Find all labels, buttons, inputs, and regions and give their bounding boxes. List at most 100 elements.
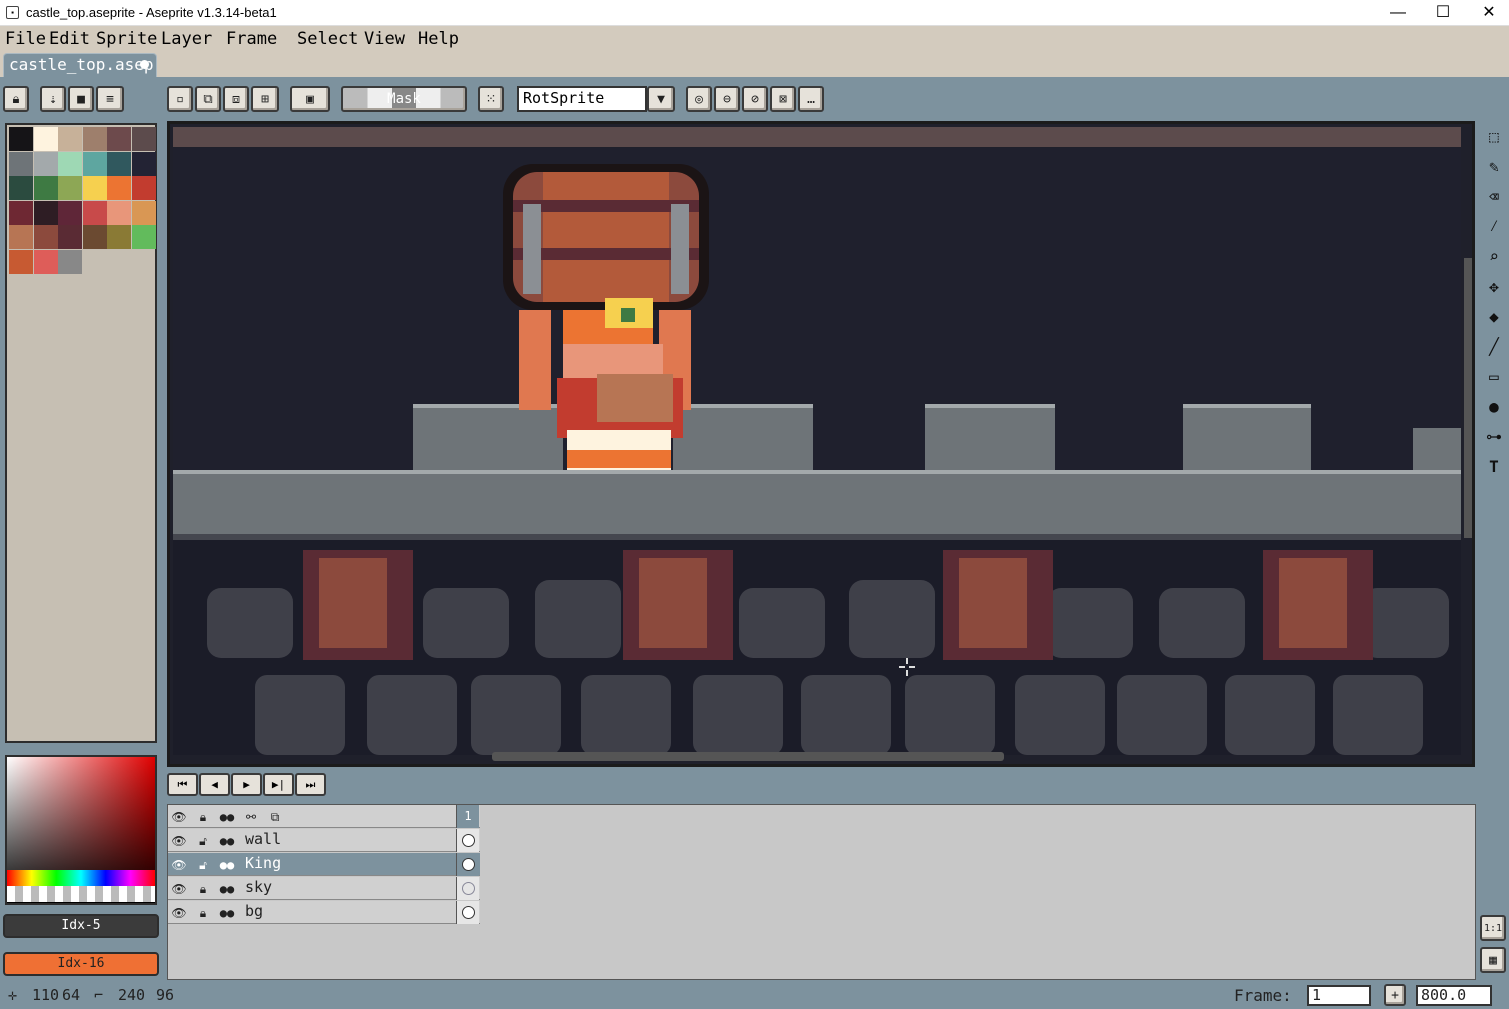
eye-icon[interactable]: 👁︎: [168, 903, 190, 923]
foreground-color-button[interactable]: Idx-5: [3, 914, 159, 938]
palette-swatch[interactable]: [131, 151, 156, 176]
vertical-scrollbar[interactable]: [1464, 258, 1472, 538]
frame-header-1[interactable]: 1: [456, 805, 479, 828]
last-frame-icon[interactable]: ⏭: [295, 773, 326, 796]
previous-frame-icon[interactable]: ◀: [199, 773, 230, 796]
continuous-icon[interactable]: ●●: [216, 807, 238, 827]
palette-swatch[interactable]: [9, 176, 33, 200]
palette-swatch[interactable]: [58, 200, 82, 225]
palette-swatch[interactable]: [131, 127, 156, 151]
palette-swatch[interactable]: [131, 200, 156, 225]
minimize-button[interactable]: —: [1375, 0, 1421, 26]
play-icon[interactable]: ▶: [231, 773, 262, 796]
alpha-slider[interactable]: [7, 886, 155, 902]
cel[interactable]: [456, 901, 479, 924]
padlock-icon[interactable]: 🔒︎: [192, 807, 214, 827]
padlock-icon[interactable]: 🔒︎: [192, 879, 214, 899]
palette-swatch[interactable]: [82, 151, 107, 176]
eye-icon[interactable]: 👁︎: [168, 855, 190, 875]
palette-swatch[interactable]: [58, 151, 82, 176]
transparent-color-mask[interactable]: Mask: [341, 86, 467, 112]
layer-row-sky[interactable]: 👁︎ 🔒︎ ●● sky: [168, 877, 480, 900]
tab-castle-top[interactable]: castle_top.asep: [3, 53, 157, 77]
palette-swatch[interactable]: [107, 151, 131, 176]
cel[interactable]: [456, 853, 479, 876]
palette-swatch[interactable]: [33, 176, 58, 200]
palette-swatch[interactable]: [107, 200, 131, 225]
continuous-icon[interactable]: ●●: [216, 879, 238, 899]
palette-options-icon[interactable]: ≡: [96, 86, 124, 112]
selection-intersect-icon[interactable]: ⊞: [251, 86, 279, 112]
pivot-grid-icon[interactable]: ⁙: [478, 86, 504, 112]
pencil-tool-icon[interactable]: ✎: [1479, 151, 1509, 181]
palette-swatch[interactable]: [33, 200, 58, 225]
next-frame-icon[interactable]: ▶|: [263, 773, 294, 796]
menu-file[interactable]: File: [5, 29, 46, 49]
padlock-icon[interactable]: 🔓︎: [192, 831, 214, 851]
contour-tool-icon[interactable]: ●: [1479, 391, 1509, 421]
marquee-tool-icon[interactable]: ⬚: [1479, 121, 1509, 151]
layer-row-king[interactable]: 👁︎ 🔓︎ ●● King: [168, 853, 480, 876]
pixel-connectivity-icon[interactable]: ▣: [290, 86, 330, 112]
add-frame-icon[interactable]: +: [1384, 984, 1406, 1006]
palette-swatch[interactable]: [58, 127, 82, 151]
palette-swatch[interactable]: [107, 225, 131, 249]
hue-slider[interactable]: [7, 870, 155, 886]
sprite-canvas[interactable]: [173, 148, 1461, 755]
skew-icon[interactable]: ⊠: [770, 86, 796, 112]
padlock-icon[interactable]: 🔓︎: [192, 855, 214, 875]
maximize-button[interactable]: ☐: [1420, 0, 1466, 26]
cel[interactable]: [456, 877, 479, 900]
blur-tool-icon[interactable]: ⊶: [1479, 421, 1509, 451]
eye-icon[interactable]: 👁︎: [168, 807, 190, 827]
background-color-button[interactable]: Idx-16: [3, 952, 159, 976]
palette-swatch[interactable]: [107, 176, 131, 200]
layer-row-bg[interactable]: 👁︎ 🔒︎ ●● bg: [168, 901, 480, 924]
layer-link-icon[interactable]: ⧉: [264, 807, 286, 827]
lock-icon[interactable]: 🔒︎: [3, 86, 29, 112]
first-frame-icon[interactable]: ⏮: [167, 773, 198, 796]
rotation-algorithm-select[interactable]: RotSprite: [517, 86, 647, 112]
selection-replace-icon[interactable]: ▫: [167, 86, 193, 112]
palette-swatch[interactable]: [58, 225, 82, 249]
rotate-icon[interactable]: ⊘: [742, 86, 768, 112]
palette-presets-icon[interactable]: ■: [68, 86, 94, 112]
selection-add-icon[interactable]: ⧉: [195, 86, 221, 112]
menu-help[interactable]: Help: [418, 29, 459, 49]
continuous-icon[interactable]: ●●: [216, 831, 238, 851]
continuous-icon[interactable]: ●●: [216, 903, 238, 923]
palette-swatch[interactable]: [131, 176, 156, 200]
eyedropper-tool-icon[interactable]: ⁄: [1479, 211, 1509, 241]
palette-swatch[interactable]: [33, 249, 58, 274]
palette-swatch[interactable]: [58, 176, 82, 200]
palette-swatch[interactable]: [9, 249, 33, 274]
eye-icon[interactable]: 👁︎: [168, 879, 190, 899]
palette-swatch[interactable]: [82, 176, 107, 200]
palette-swatch[interactable]: [82, 200, 107, 225]
snap-icon[interactable]: ⊖: [714, 86, 740, 112]
zoom-input[interactable]: 800.0: [1416, 985, 1492, 1006]
continuous-icon[interactable]: ●●: [216, 855, 238, 875]
palette-swatch[interactable]: [9, 225, 33, 249]
frame-input[interactable]: 1: [1307, 985, 1371, 1006]
fill-tool-icon[interactable]: ◆: [1479, 301, 1509, 331]
menu-select[interactable]: Select: [297, 29, 358, 49]
palette-swatch[interactable]: [82, 127, 107, 151]
palette-sort-icon[interactable]: ⇣: [40, 86, 66, 112]
palette-swatch[interactable]: [107, 127, 131, 151]
eye-icon[interactable]: 👁︎: [168, 831, 190, 851]
palette-swatch[interactable]: [82, 225, 107, 249]
menu-frame[interactable]: Frame: [226, 29, 277, 49]
move-tool-icon[interactable]: ✥: [1479, 271, 1509, 301]
palette-swatch[interactable]: [9, 127, 33, 151]
menu-layer[interactable]: Layer: [161, 29, 212, 49]
drop-into-layer-icon[interactable]: ◎: [686, 86, 712, 112]
layer-row-wall[interactable]: 👁︎ 🔓︎ ●● wall: [168, 829, 480, 852]
close-button[interactable]: ✕: [1466, 0, 1509, 26]
rectangle-tool-icon[interactable]: ▭: [1479, 361, 1509, 391]
palette-swatch[interactable]: [58, 249, 82, 274]
eraser-tool-icon[interactable]: ⌫: [1479, 181, 1509, 211]
sprite-editor[interactable]: [167, 121, 1475, 767]
more-options-icon[interactable]: …: [798, 86, 824, 112]
onion-skin-icon[interactable]: ⚯: [240, 807, 262, 827]
